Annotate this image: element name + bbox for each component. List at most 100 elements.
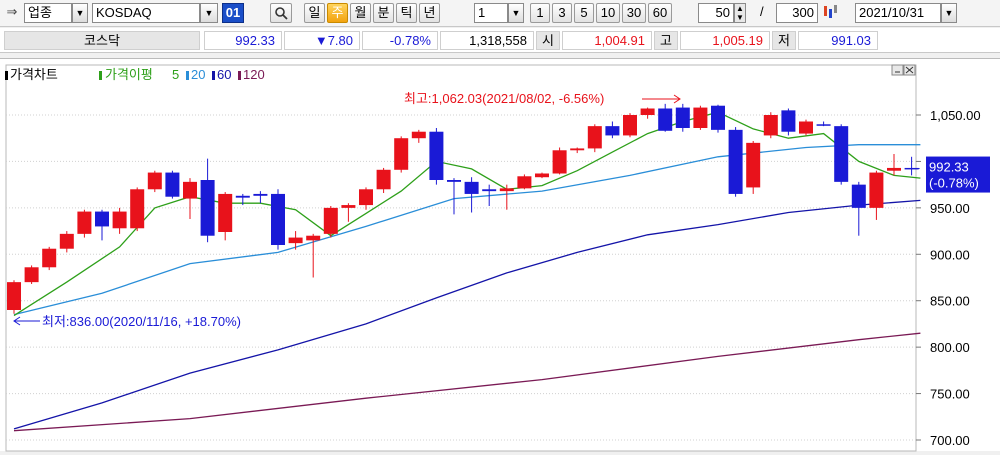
code-input[interactable]: KOSDAQ [92, 3, 200, 23]
minute-button[interactable]: 1 [530, 3, 550, 23]
candle-up [517, 176, 532, 189]
candle-down [816, 124, 831, 126]
candle-up [376, 169, 391, 190]
candle-up [499, 188, 514, 192]
period-button[interactable]: 분 [373, 3, 394, 23]
price-change: ▼7.80 [284, 31, 360, 50]
interval-dropdown-icon[interactable]: ▼ [508, 3, 524, 23]
y-tick-label: 950.00 [930, 201, 970, 216]
candle-up [640, 108, 655, 115]
count-input[interactable]: 50 [698, 3, 734, 23]
period-button[interactable]: 틱 [396, 3, 417, 23]
candle-down [271, 193, 285, 245]
candle-up [7, 282, 21, 310]
toolbar: ⇒ 업종 ▼ KOSDAQ ▼ 01 일주월분틱년 1 ▼ 1 3 5 10 30 60 … [0, 0, 1000, 27]
search-icon [275, 7, 288, 20]
candle-down [165, 172, 180, 197]
candle-up [394, 138, 409, 170]
candle-down [675, 107, 690, 128]
ma20-line [13, 144, 921, 316]
legend-ma120-marker [238, 71, 241, 80]
category-dropdown-icon[interactable]: ▼ [72, 3, 88, 23]
candle-up [218, 193, 233, 232]
minute-button[interactable]: 10 [596, 3, 620, 23]
candle-up [288, 237, 303, 244]
candle-up [112, 211, 127, 229]
chart-window-buttons[interactable] [891, 64, 916, 76]
open-label: 시 [536, 31, 560, 50]
candle-down [605, 126, 620, 136]
total-input-label: 300 [792, 5, 814, 20]
legend-ma5: 5 [172, 67, 179, 82]
period-button[interactable]: 월 [350, 3, 371, 23]
min-annotation: 최저:836.00(2020/11/16, +18.70%) [42, 314, 241, 329]
y-tick-label: 750.00 [930, 387, 970, 402]
candle-down [235, 195, 250, 198]
candle-down [834, 126, 849, 182]
candle-up [535, 173, 549, 178]
candle-down [711, 105, 725, 130]
minute-button[interactable]: 3 [552, 3, 572, 23]
total-input[interactable]: 300 [776, 3, 818, 23]
legend-ma20: 20 [191, 67, 205, 82]
y-tick-label: 1,050.00 [930, 108, 981, 123]
count-separator: / [760, 4, 764, 19]
ma5-line [13, 111, 921, 317]
code-dropdown-icon[interactable]: ▼ [200, 3, 218, 23]
y-tick-label: 900.00 [930, 247, 970, 262]
legend-ma60: 60 [217, 67, 231, 82]
minute-button[interactable]: 30 [622, 3, 646, 23]
candle-down [95, 211, 109, 227]
candle-up [570, 148, 585, 151]
candle-down [482, 189, 497, 192]
candle-up [183, 181, 197, 199]
minute-button[interactable]: 5 [574, 3, 594, 23]
candle-up [693, 107, 708, 128]
panel-toggle-icon[interactable]: ⇒ [2, 3, 22, 23]
current-price: 992.33 [204, 31, 282, 50]
count-input-label: 50 [715, 5, 730, 20]
candle-up [147, 172, 162, 190]
count-stepper[interactable]: ▲ ▼ [734, 3, 746, 23]
low-price: 991.03 [798, 31, 878, 50]
y-tick-label: 700.00 [930, 433, 970, 448]
open-price: 1,004.91 [562, 31, 652, 50]
category-select[interactable]: 업종 [24, 3, 72, 23]
search-button[interactable] [270, 3, 292, 23]
index-name: 코스닥 [4, 31, 200, 50]
period-button[interactable]: 일 [304, 3, 325, 23]
category-select-label: 업종 [28, 5, 52, 20]
legend-marker [5, 71, 8, 80]
candle-down [658, 108, 673, 131]
chart-settings-icon [824, 5, 837, 18]
interval-select[interactable]: 1 [474, 3, 508, 23]
candle-down [253, 193, 268, 196]
candle-up [799, 121, 813, 134]
candle-up [24, 267, 39, 283]
code-badge: 01 [222, 3, 244, 23]
candle-up [869, 172, 884, 208]
minute-button[interactable]: 60 [648, 3, 672, 23]
current-price-tag-value: 992.33 [929, 160, 969, 175]
chart-minimize-button[interactable] [891, 64, 904, 76]
candle-down [429, 131, 444, 180]
candle-down [200, 180, 215, 236]
legend-ma-marker [99, 71, 102, 80]
candlestick-chart: 1,050.001,000.00950.00900.00850.00800.00… [5, 64, 990, 452]
price-change-pct: -0.78% [362, 31, 438, 50]
plot-border [5, 64, 917, 452]
candle-down [904, 167, 919, 170]
date-dropdown-icon[interactable]: ▼ [941, 3, 957, 23]
code-input-label: KOSDAQ [96, 5, 152, 20]
price-chart[interactable]: 1,050.001,000.00950.00900.00850.00800.00… [0, 58, 1000, 452]
candle-down [851, 184, 866, 208]
candle-up [746, 142, 761, 188]
legend-ma60-marker [212, 71, 215, 80]
chart-settings-button[interactable] [822, 3, 842, 23]
period-button[interactable]: 년 [419, 3, 440, 23]
date-input[interactable]: 2021/10/31 [855, 3, 941, 23]
candle-up [306, 235, 321, 241]
candle-down [781, 110, 796, 132]
legend-ma20-marker [186, 71, 189, 80]
period-button[interactable]: 주 [327, 3, 348, 23]
